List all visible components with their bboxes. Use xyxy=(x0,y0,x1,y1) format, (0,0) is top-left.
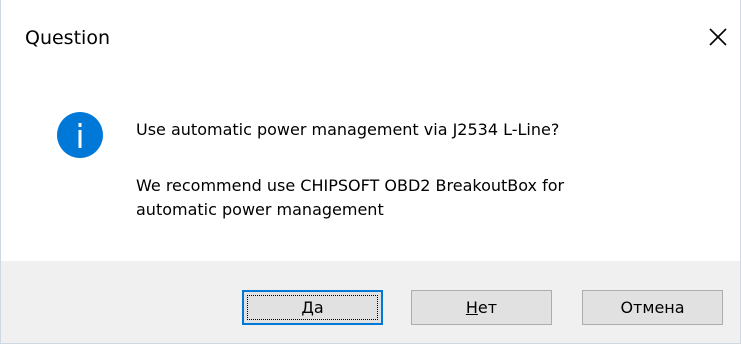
no-label-rest: ет xyxy=(477,298,498,317)
message-question: Use automatic power management via J2534… xyxy=(136,120,560,139)
no-accelerator: Н xyxy=(465,298,478,317)
message-area xyxy=(1,80,740,260)
dialog-title: Question xyxy=(25,27,110,49)
yes-label-rest: а xyxy=(313,298,324,317)
info-icon xyxy=(56,111,104,159)
cancel-button-label: Отмена xyxy=(620,298,685,317)
close-icon[interactable] xyxy=(703,22,733,52)
question-dialog: Question Use automatic power management … xyxy=(0,0,741,344)
yes-accelerator: Д xyxy=(301,298,314,317)
yes-button-label: Да xyxy=(301,298,323,317)
yes-button[interactable]: Да xyxy=(242,290,383,325)
cancel-button[interactable]: Отмена xyxy=(582,290,723,325)
message-recommendation: We recommend use CHIPSOFT OBD2 BreakoutB… xyxy=(136,176,565,195)
no-button-label: Нет xyxy=(466,298,497,317)
no-button[interactable]: Нет xyxy=(411,290,552,325)
message-recommendation-continued: automatic power management xyxy=(136,200,384,219)
